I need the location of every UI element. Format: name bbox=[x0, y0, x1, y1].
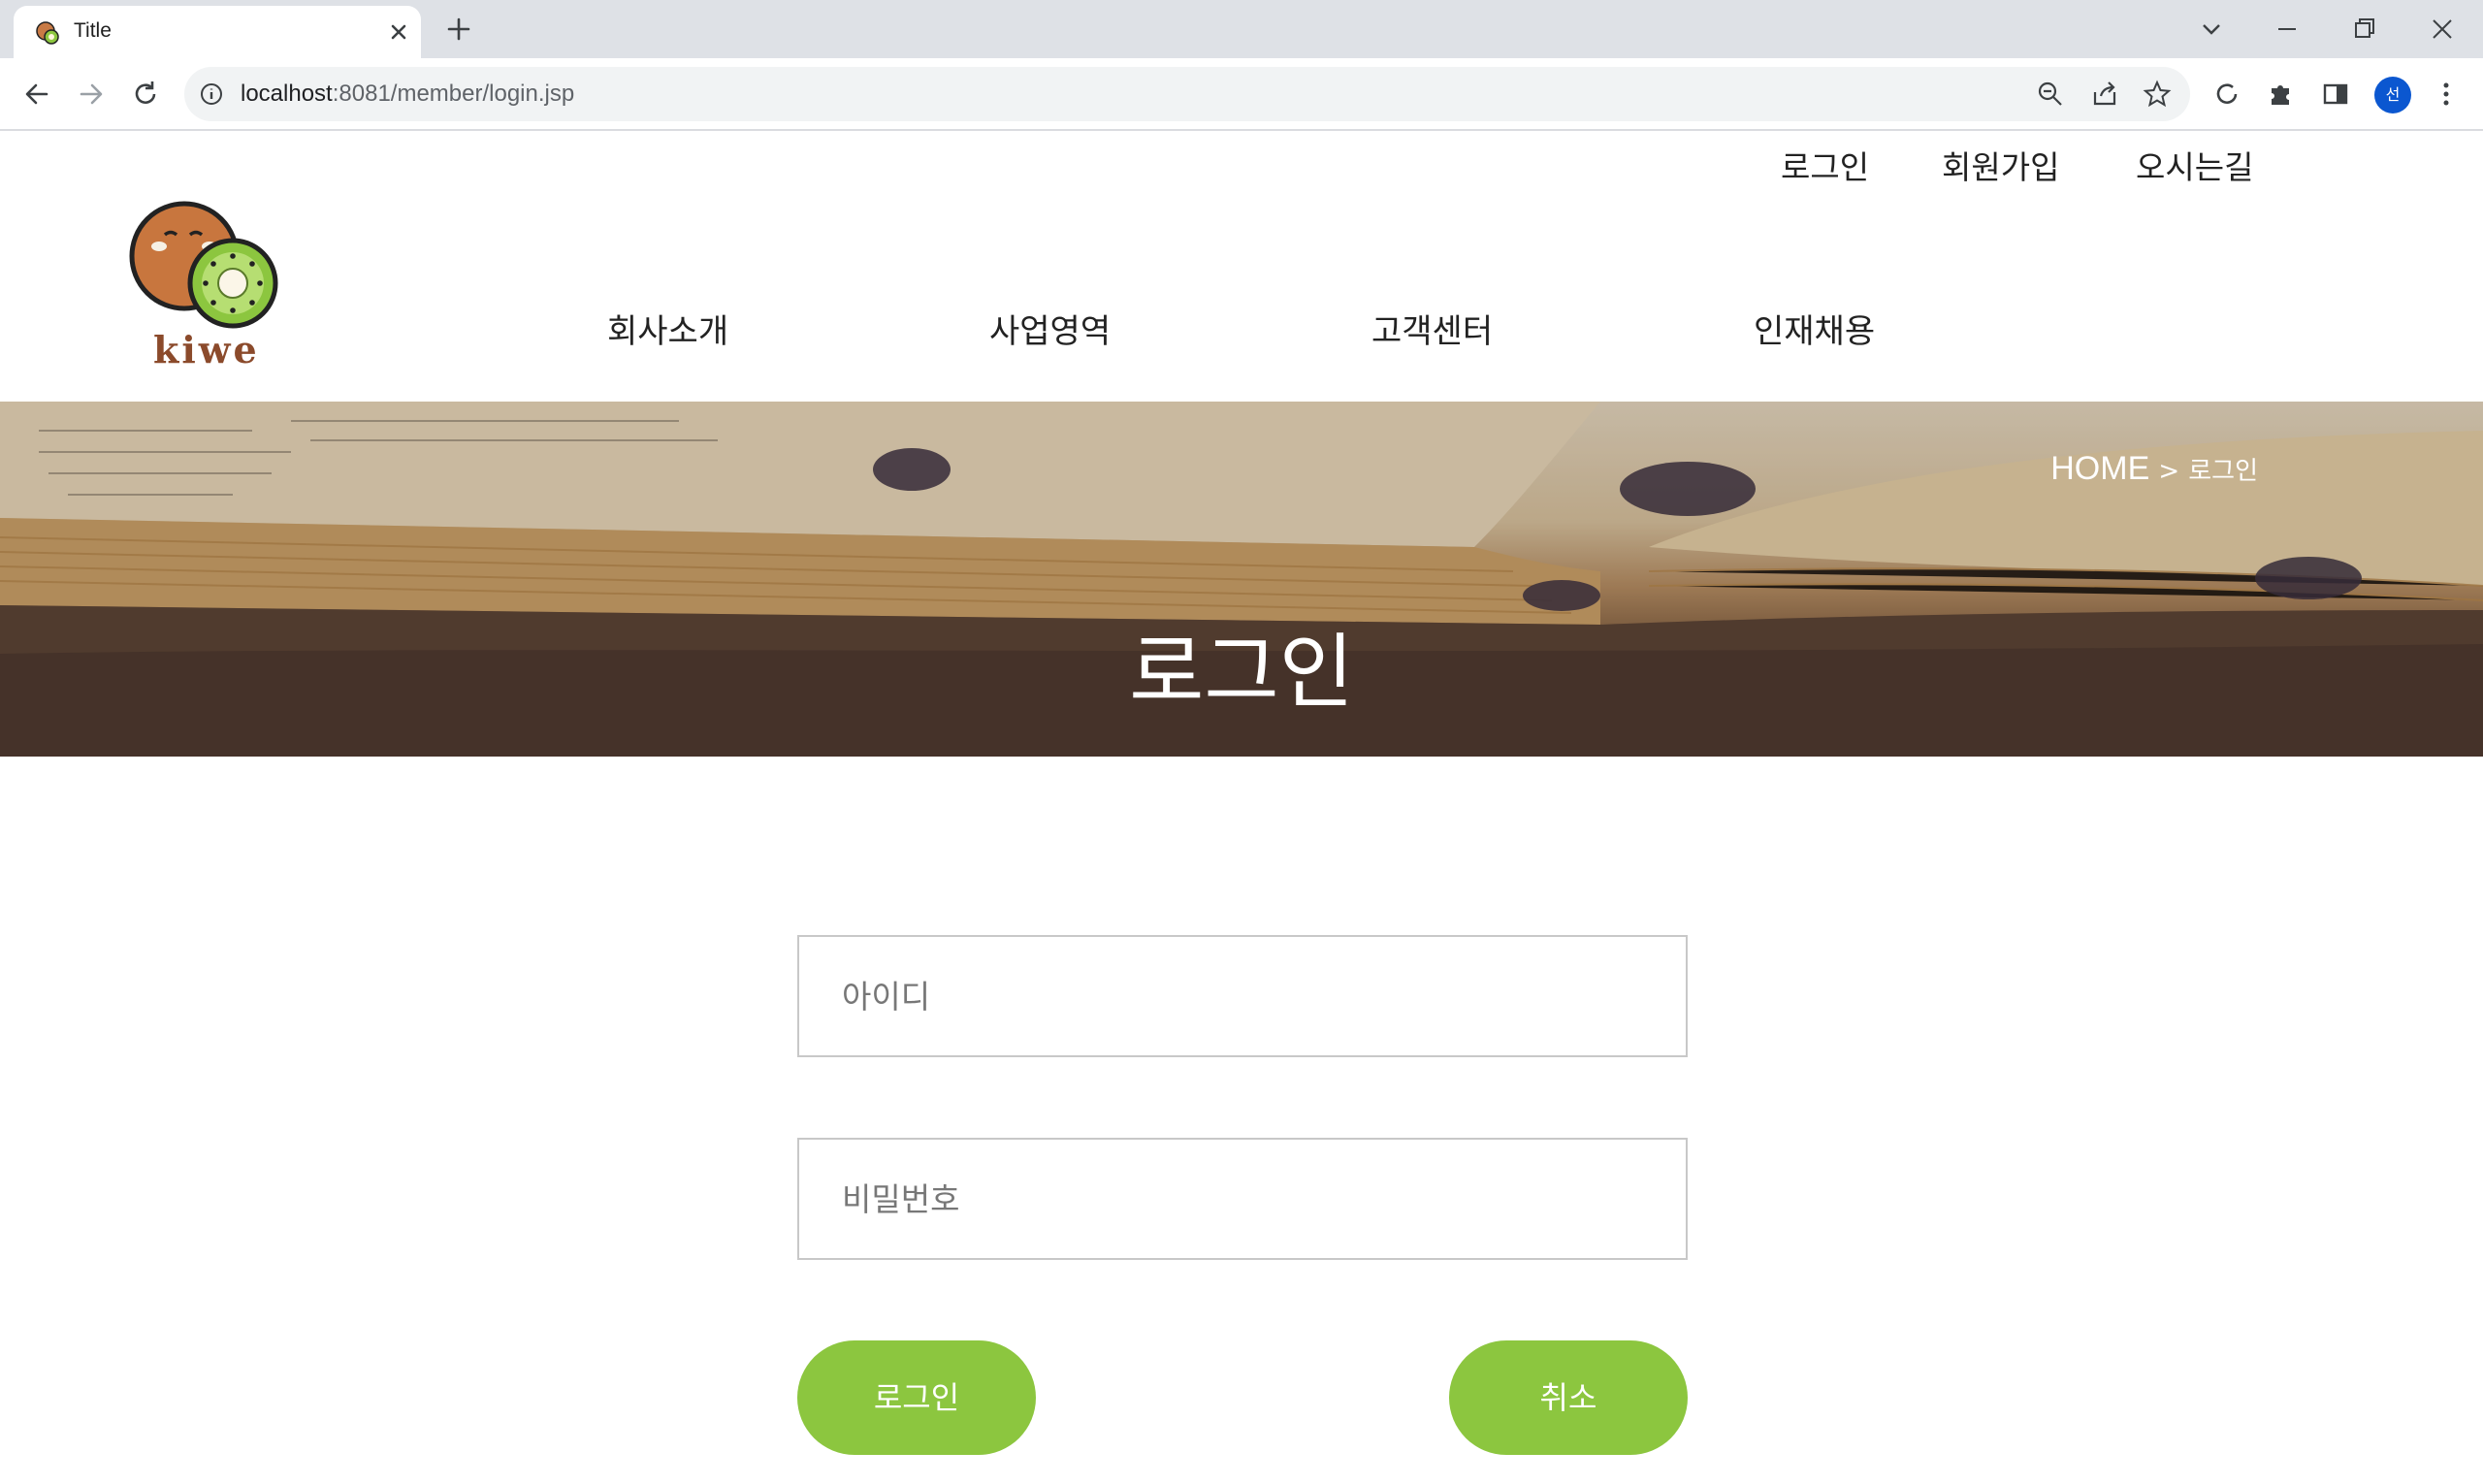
reload-icon[interactable] bbox=[126, 75, 165, 113]
breadcrumb-home[interactable]: HOME bbox=[2050, 450, 2149, 487]
nav-item-company[interactable]: 회사소개 bbox=[607, 305, 728, 352]
back-arrow-icon[interactable] bbox=[17, 75, 56, 113]
site-info-icon[interactable] bbox=[198, 81, 225, 108]
zoom-icon[interactable] bbox=[2035, 79, 2066, 110]
breadcrumb: HOME > 로그인 bbox=[2050, 450, 2258, 488]
side-panel-icon[interactable] bbox=[2318, 77, 2353, 112]
util-link-signup[interactable]: 회원가입 bbox=[1942, 142, 2059, 188]
user-id-input[interactable] bbox=[797, 935, 1688, 1057]
breadcrumb-separator: > bbox=[2158, 457, 2180, 486]
site-logo[interactable]: kiwe bbox=[126, 198, 289, 374]
address-bar[interactable]: localhost:8081/member/login.jsp bbox=[184, 67, 2190, 121]
share-icon[interactable] bbox=[2089, 79, 2120, 110]
url-host: localhost bbox=[241, 81, 333, 107]
tab-search-chevron-icon[interactable] bbox=[2190, 8, 2233, 50]
kiwi-mascot-icon bbox=[129, 201, 278, 329]
util-link-directions[interactable]: 오시는길 bbox=[2136, 142, 2253, 188]
forward-arrow-icon[interactable] bbox=[72, 75, 111, 113]
cancel-button[interactable]: 취소 bbox=[1449, 1340, 1688, 1455]
extensions-puzzle-icon[interactable] bbox=[2264, 77, 2299, 112]
logo-wordmark: kiwe bbox=[153, 328, 260, 371]
utility-links: 로그인 회원가입 오시는길 bbox=[0, 142, 2483, 190]
kiwi-favicon-icon bbox=[36, 21, 59, 45]
url-path: :8081/member/login.jsp bbox=[332, 81, 575, 107]
nav-item-recruit[interactable]: 인재채용 bbox=[1754, 305, 1875, 352]
more-menu-icon[interactable] bbox=[2429, 77, 2464, 112]
hero-banner: HOME > 로그인 로그인 bbox=[0, 402, 2483, 757]
nav-item-business[interactable]: 사업영역 bbox=[989, 305, 1111, 352]
password-input[interactable] bbox=[797, 1138, 1688, 1260]
new-tab-icon[interactable] bbox=[441, 12, 476, 47]
nav-item-customer-center[interactable]: 고객센터 bbox=[1371, 305, 1493, 352]
page-title: 로그인 bbox=[1129, 625, 1354, 720]
close-tab-icon[interactable] bbox=[382, 16, 415, 48]
restore-icon[interactable] bbox=[2343, 8, 2386, 50]
browser-tab[interactable]: Title bbox=[14, 6, 421, 58]
profile-avatar[interactable]: 선 bbox=[2374, 77, 2411, 113]
breadcrumb-current: 로그인 bbox=[2188, 457, 2258, 486]
sync-icon[interactable] bbox=[2209, 77, 2244, 112]
util-link-login[interactable]: 로그인 bbox=[1781, 142, 1869, 188]
tab-title: Title bbox=[74, 19, 112, 42]
login-button[interactable]: 로그인 bbox=[797, 1340, 1036, 1455]
close-window-icon[interactable] bbox=[2421, 8, 2464, 50]
bookmark-star-icon[interactable] bbox=[2142, 79, 2173, 110]
browser-tabstrip: Title bbox=[0, 0, 2483, 58]
url-text[interactable]: localhost:8081/member/login.jsp bbox=[241, 81, 574, 108]
browser-toolbar: localhost:8081/member/login.jsp 선 bbox=[0, 58, 2483, 131]
minimize-icon[interactable] bbox=[2266, 8, 2308, 50]
